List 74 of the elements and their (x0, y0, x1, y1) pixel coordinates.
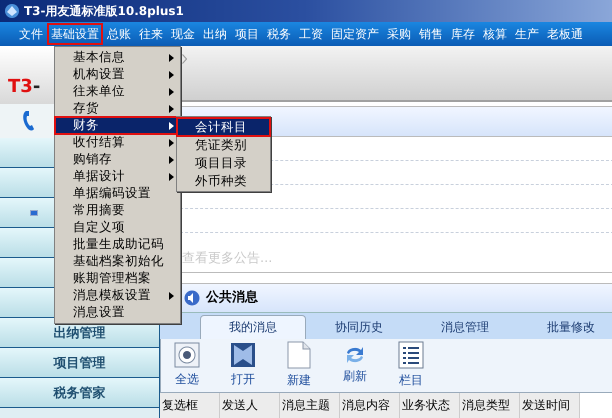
menu-item[interactable]: 文件 (17, 25, 45, 43)
menu-entry[interactable]: 外币种类 (177, 172, 270, 190)
submenu-arrow-icon (169, 292, 174, 300)
menu-item[interactable]: 现金 (169, 25, 197, 43)
column-header[interactable]: 消息主题 (280, 392, 340, 418)
window-title: T3-用友通标准版10.8plus1 (24, 3, 184, 20)
submenu-arrow-icon (169, 122, 174, 130)
chevron-right-icon (182, 54, 187, 64)
menu-entry[interactable]: 单据编码设置 (55, 185, 180, 202)
submenu-arrow-icon (169, 54, 174, 62)
app-logo-icon (4, 3, 20, 19)
menu-entry[interactable]: 消息设置 (55, 304, 180, 321)
submenu-arrow-icon (169, 70, 174, 78)
menu-item[interactable]: 库存 (449, 25, 477, 43)
menu-entry[interactable]: 购销存 (55, 151, 180, 168)
menu-item[interactable]: 工资 (297, 25, 325, 43)
submenu-arrow-icon (169, 88, 174, 96)
menu-entry[interactable]: 基本信息 (55, 49, 180, 66)
menu-entry[interactable]: 往来单位 (55, 83, 180, 100)
refresh-icon (344, 345, 366, 366)
menu-entry[interactable]: 存货 (55, 100, 180, 117)
toolbar-button[interactable]: 新建 (281, 341, 317, 390)
menu-item[interactable]: 老板通 (545, 25, 585, 43)
column-header[interactable]: 业务状态 (400, 392, 460, 418)
toolbar-button[interactable]: 全选 (169, 342, 205, 388)
menu-entry[interactable]: 基础档案初始化 (55, 253, 180, 270)
menu-item[interactable]: 采购 (385, 25, 413, 43)
menu-entry[interactable]: 消息模板设置 (55, 287, 180, 304)
column-header[interactable]: 消息类型 (460, 392, 520, 418)
toolbar-button[interactable]: 刷新 (337, 345, 373, 386)
menu-item[interactable]: 总账 (105, 25, 133, 43)
book-icon (230, 342, 256, 368)
message-tab[interactable]: 批量修改 (518, 314, 612, 339)
menu-item[interactable]: 生产 (513, 25, 541, 43)
menu-item[interactable]: 往来 (137, 25, 165, 43)
message-tab[interactable]: 协同历史 (306, 314, 412, 339)
sidebar-button[interactable]: 税务管家 (0, 378, 159, 408)
menu-entry[interactable]: 收付结算 (55, 134, 180, 151)
column-header[interactable]: 消息内容 (340, 392, 400, 418)
menu-item[interactable]: 固定资产 (329, 25, 381, 43)
column-header[interactable]: 复选框 (160, 392, 220, 418)
toolbar-button[interactable]: 打开 (225, 342, 261, 388)
speaker-icon (184, 290, 200, 306)
column-header[interactable]: 发送人 (220, 392, 280, 418)
menu-entry[interactable]: 凭证类别 (177, 136, 270, 154)
menu-item[interactable]: 基础设置 (49, 25, 101, 43)
radio-icon (174, 342, 200, 368)
toolbar-button[interactable]: 栏目 (393, 341, 429, 390)
menu-item[interactable]: 核算 (481, 25, 509, 43)
submenu-arrow-icon (169, 172, 174, 180)
list-icon (398, 341, 424, 370)
menu-entry[interactable]: 常用摘要 (55, 202, 180, 219)
menu-entry[interactable]: 账期管理档案 (55, 270, 180, 287)
column-header[interactable]: 发送时间 (520, 392, 580, 418)
messages-title: 公共消息 (206, 288, 258, 307)
page-icon (287, 341, 311, 370)
menu-entry[interactable]: 批量生成助记码 (55, 236, 180, 253)
logo-text: T3- (8, 78, 40, 96)
menu-entry[interactable]: 自定义项 (55, 219, 180, 236)
sidebar-button[interactable]: 项目管理 (0, 348, 159, 378)
submenu-arrow-icon (169, 104, 174, 112)
message-tab[interactable]: 我的消息 (200, 314, 306, 339)
menu-entry[interactable]: 机构设置 (55, 66, 180, 83)
submenu-arrow-icon (169, 156, 174, 164)
menu-entry[interactable]: 项目目录 (177, 154, 270, 172)
submenu-arrow-icon (169, 138, 174, 146)
menu-entry[interactable]: 单据设计 (55, 168, 180, 185)
sidebar-item-icon (30, 210, 38, 216)
message-tab[interactable]: 消息管理 (412, 314, 518, 339)
menu-item[interactable]: 出纳 (201, 25, 229, 43)
menu-item[interactable]: 销售 (417, 25, 445, 43)
menu-item[interactable]: 税务 (265, 25, 293, 43)
menu-item[interactable]: 项目 (233, 25, 261, 43)
menu-entry[interactable]: 会计科目 (177, 118, 270, 136)
